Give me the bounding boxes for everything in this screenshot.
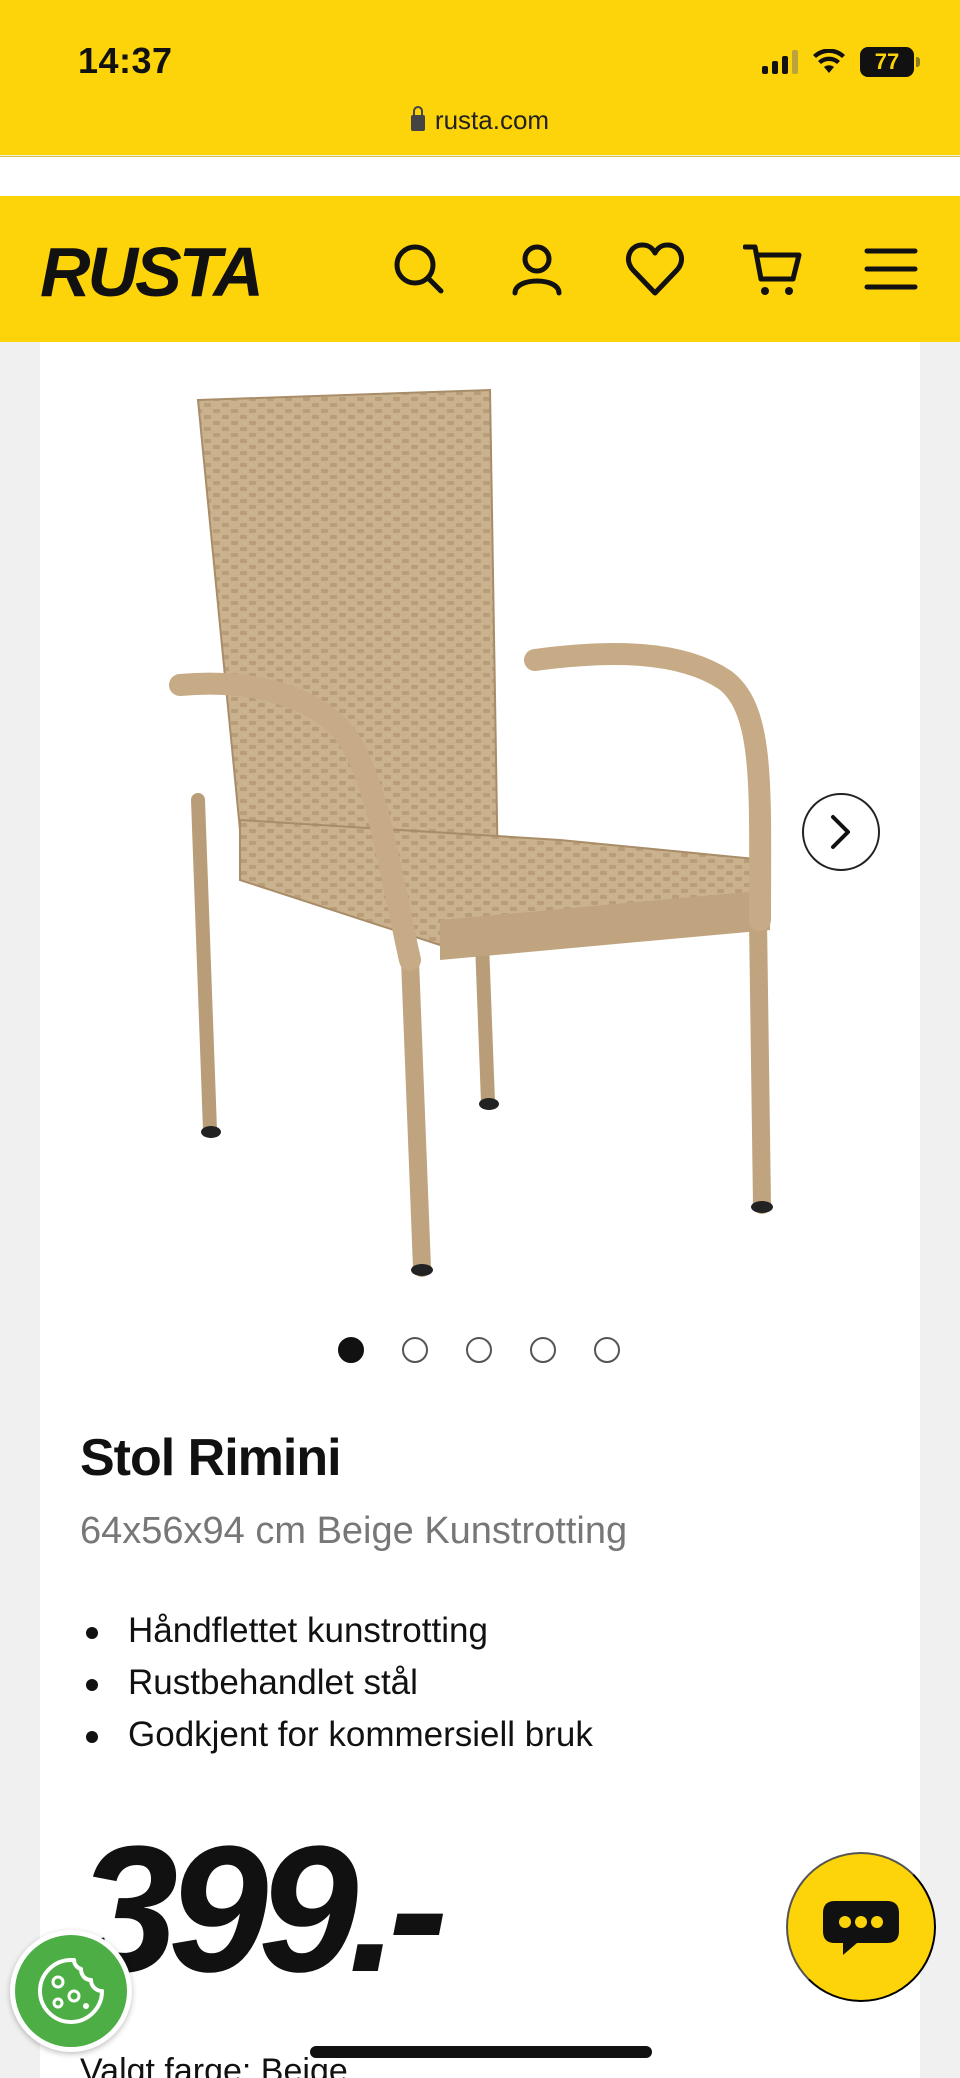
gallery-next-button[interactable] (802, 793, 880, 871)
site-header: RUSTA (0, 196, 960, 342)
wifi-icon (813, 49, 845, 73)
menu-icon[interactable] (856, 234, 926, 304)
address-bar[interactable]: rusta.com (0, 100, 960, 140)
heart-icon[interactable] (620, 234, 690, 304)
feature-list: Håndflettet kunstrotting Rustbehandlet s… (80, 1605, 593, 1761)
product-image[interactable] (140, 360, 820, 1290)
chat-button[interactable] (786, 1852, 936, 2002)
selected-color-label: Valgt farge: Beige (80, 2052, 348, 2078)
product-subtitle: 64x56x94 cm Beige Kunstrotting (80, 1510, 628, 1552)
status-bar: 14:37 77 rusta.com (0, 0, 960, 155)
product-price: 399.- (78, 1809, 448, 2010)
cookie-settings-button[interactable] (10, 1930, 132, 2052)
search-icon[interactable] (384, 234, 454, 304)
cart-icon[interactable] (738, 234, 808, 304)
logo-text: RUSTA (40, 234, 261, 308)
status-icons: 77 (762, 44, 920, 80)
lock-icon (410, 106, 425, 131)
product-title: Stol Rimini (80, 1429, 342, 1487)
url-text: rusta.com (434, 104, 550, 135)
feature-item: Håndflettet kunstrotting (80, 1605, 593, 1657)
feature-item: Rustbehandlet stål (80, 1657, 593, 1709)
gallery-dot-3[interactable] (466, 1337, 492, 1363)
cookie-icon (38, 1958, 104, 2024)
gallery-dot-2[interactable] (402, 1337, 428, 1363)
battery-icon: 77 (860, 47, 920, 77)
gallery-dot-5[interactable] (594, 1337, 620, 1363)
account-icon[interactable] (502, 234, 572, 304)
rusta-logo[interactable]: RUSTA (38, 234, 300, 308)
feature-item: Godkjent for kommersiell bruk (80, 1709, 593, 1761)
chat-icon (823, 1901, 899, 1955)
gallery-dot-4[interactable] (530, 1337, 556, 1363)
gallery-pagination (338, 1337, 620, 1363)
chevron-right-icon (831, 815, 850, 849)
page-top-strip (0, 156, 960, 196)
status-time: 14:37 (78, 40, 173, 81)
home-indicator[interactable] (310, 2046, 652, 2058)
signal-icon (762, 50, 798, 74)
gallery-dot-1[interactable] (338, 1337, 364, 1363)
